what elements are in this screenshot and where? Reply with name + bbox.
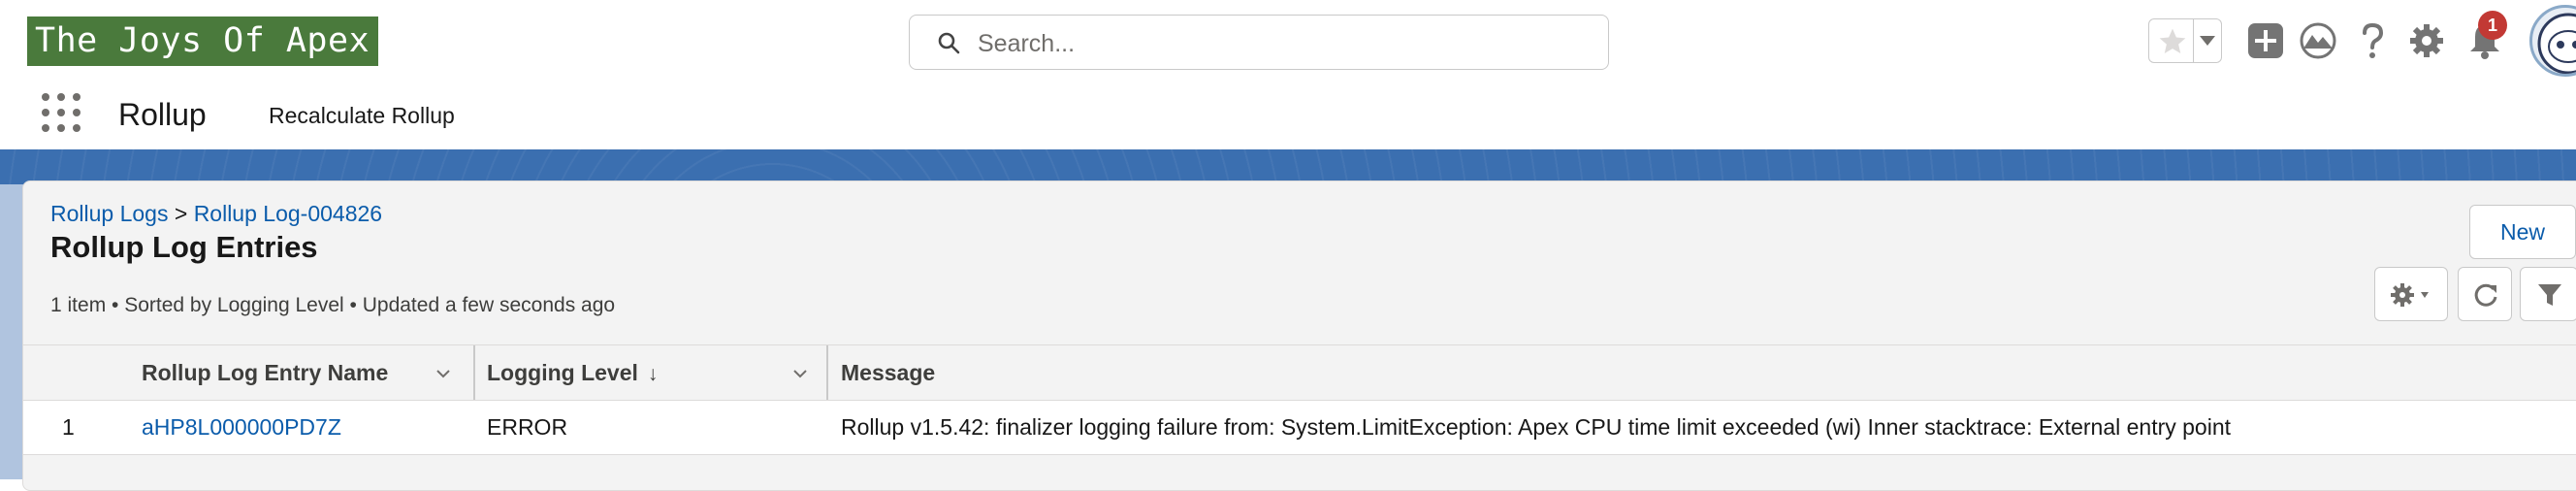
refresh-button[interactable] <box>2458 267 2512 321</box>
favorites-dropdown-icon[interactable] <box>2200 36 2215 46</box>
chevron-down-icon <box>2421 292 2429 298</box>
astro-avatar-icon <box>2537 13 2576 74</box>
list-view-controls-button[interactable] <box>2374 267 2448 321</box>
record-link[interactable]: aHP8L000000PD7Z <box>142 414 341 440</box>
global-search-box[interactable]: Search... <box>909 15 1609 70</box>
gear-icon <box>2391 283 2429 307</box>
table-header-row: Rollup Log Entry Name Logging Level ↓ Mes… <box>23 344 2576 401</box>
column-header-logging-level-label: Logging Level <box>487 360 638 385</box>
column-divider[interactable] <box>473 345 475 400</box>
favorites-divider <box>2193 19 2194 62</box>
help-icon[interactable] <box>2353 21 2392 60</box>
column-header-name[interactable]: Rollup Log Entry Name <box>142 345 388 400</box>
sort-descending-icon: ↓ <box>647 363 659 385</box>
add-icon[interactable] <box>2246 21 2285 60</box>
filter-icon <box>2538 284 2561 306</box>
user-avatar[interactable] <box>2529 5 2576 77</box>
app-name: Rollup <box>118 97 207 132</box>
table-row: 1 aHP8L000000PD7Z ERROR Rollup v1.5.42: … <box>23 401 2576 455</box>
search-icon <box>938 32 960 54</box>
related-list-card: Rollup Logs > Rollup Log-004826 Rollup L… <box>22 180 2576 491</box>
row-number: 1 <box>62 414 75 440</box>
favorites-button-group[interactable] <box>2148 18 2222 63</box>
page-title: Rollup Log Entries <box>50 230 318 264</box>
chevron-down-icon[interactable] <box>793 367 807 380</box>
nav-item-recalculate-rollup[interactable]: Recalculate Rollup <box>269 103 455 129</box>
trailhead-icon[interactable] <box>2299 21 2337 60</box>
breadcrumb-parent-link[interactable]: Rollup Logs <box>50 201 168 226</box>
chevron-down-icon[interactable] <box>436 367 450 380</box>
row-message: Rollup v1.5.42: finalizer logging failur… <box>841 414 2232 440</box>
new-button[interactable]: New <box>2469 205 2576 259</box>
star-icon[interactable] <box>2157 26 2188 57</box>
column-divider[interactable] <box>826 345 828 400</box>
row-logging-level: ERROR <box>487 414 568 440</box>
org-logo[interactable]: The Joys Of Apex <box>27 16 378 66</box>
filter-button[interactable] <box>2520 267 2576 321</box>
breadcrumb-record-link[interactable]: Rollup Log-004826 <box>194 201 382 226</box>
gear-icon[interactable] <box>2407 21 2446 60</box>
column-header-logging-level[interactable]: Logging Level ↓ <box>487 345 658 400</box>
refresh-icon <box>2474 283 2497 307</box>
global-header: The Joys Of Apex Search... 1 <box>0 0 2576 83</box>
breadcrumb-separator: > <box>174 201 188 226</box>
breadcrumb: Rollup Logs > Rollup Log-004826 <box>50 201 382 227</box>
search-placeholder: Search... <box>978 30 1076 57</box>
app-navigation-bar: Rollup Recalculate Rollup <box>0 83 2576 149</box>
row-name-cell: aHP8L000000PD7Z <box>142 401 341 453</box>
notification-count-badge: 1 <box>2478 11 2507 40</box>
list-view-status: 1 item • Sorted by Logging Level • Updat… <box>50 294 616 316</box>
column-header-message[interactable]: Message <box>841 345 935 400</box>
app-launcher-icon[interactable] <box>42 93 82 134</box>
